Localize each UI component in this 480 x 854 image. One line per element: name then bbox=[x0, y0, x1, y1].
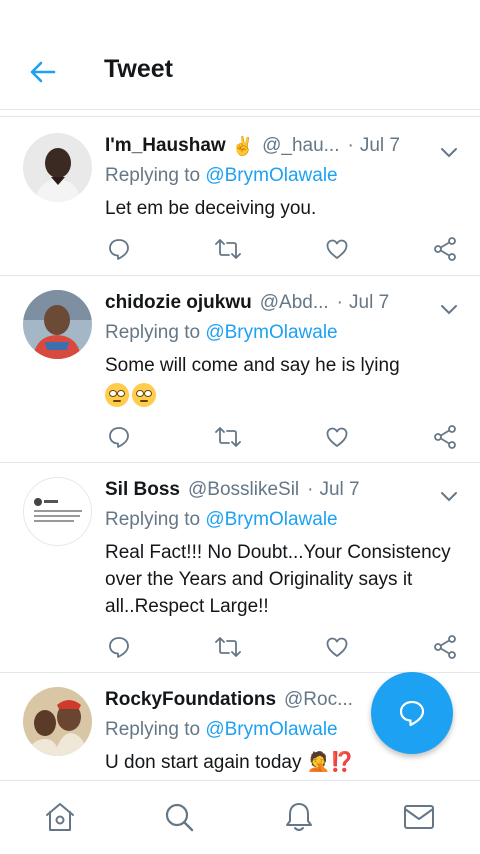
tweet-actions bbox=[105, 423, 460, 451]
tweet-item[interactable]: Sil Boss @BosslikeSil · Jul 7 Replying t… bbox=[0, 463, 480, 673]
replying-to: Replying to @BrymOlawale bbox=[105, 165, 460, 191]
replying-to: Replying to @BrymOlawale bbox=[105, 509, 460, 535]
tweet-item[interactable]: I'm_Haushaw ✌️ @_hau... · Jul 7 Replying… bbox=[0, 117, 480, 276]
reply-button[interactable] bbox=[105, 235, 133, 263]
chevron-down-icon[interactable] bbox=[438, 298, 460, 320]
tweet-actions bbox=[105, 633, 460, 661]
author-name[interactable]: I'm_Haushaw bbox=[105, 135, 226, 157]
author-handle[interactable]: @_hau... bbox=[262, 135, 339, 157]
heart-icon bbox=[326, 637, 348, 657]
tweet-text: Some will come and say he is lying bbox=[105, 355, 400, 376]
bottom-navigation bbox=[0, 780, 480, 854]
heart-icon bbox=[326, 239, 348, 259]
replying-prefix: Replying to bbox=[105, 165, 206, 186]
retweet-button[interactable] bbox=[214, 235, 242, 263]
compose-reply-icon bbox=[399, 700, 425, 727]
home-icon bbox=[46, 803, 74, 831]
retweet-icon bbox=[215, 427, 241, 447]
back-button[interactable] bbox=[26, 55, 60, 89]
tweet-date[interactable]: Jul 7 bbox=[319, 479, 359, 501]
meta-separator: · bbox=[347, 135, 354, 156]
compose-reply-button[interactable] bbox=[371, 672, 453, 754]
tweet-text: Real Fact!!! No Doubt...Your Consistency… bbox=[105, 542, 451, 617]
retweet-icon bbox=[215, 239, 241, 259]
author-handle[interactable]: @Abd... bbox=[260, 292, 329, 314]
share-button[interactable] bbox=[431, 633, 459, 661]
tweet-text: Let em be deceiving you. bbox=[105, 198, 317, 219]
chevron-down-icon[interactable] bbox=[438, 141, 460, 163]
tweet-text-emoji: 🤦⁉️ bbox=[306, 752, 355, 773]
arrow-left-icon bbox=[30, 61, 56, 83]
retweet-button[interactable] bbox=[214, 423, 242, 451]
author-name[interactable]: RockyFoundations bbox=[105, 689, 276, 711]
author-handle[interactable]: @BosslikeSil bbox=[188, 479, 299, 501]
like-button[interactable] bbox=[323, 235, 351, 263]
replying-prefix: Replying to bbox=[105, 719, 206, 740]
mention-link[interactable]: @BrymOlawale bbox=[205, 322, 337, 343]
share-icon bbox=[434, 635, 456, 659]
replying-prefix: Replying to bbox=[105, 509, 206, 530]
eye-roll-emoji-icon bbox=[132, 383, 156, 407]
reply-icon bbox=[109, 637, 129, 658]
name-emoji: ✌️ bbox=[231, 135, 255, 156]
mention-link[interactable]: @BrymOlawale bbox=[205, 165, 337, 186]
tweet-date[interactable]: Jul 7 bbox=[349, 292, 389, 314]
replying-to: Replying to @BrymOlawale bbox=[105, 322, 460, 348]
replying-prefix: Replying to bbox=[105, 322, 206, 343]
nav-notifications[interactable] bbox=[281, 799, 317, 835]
nav-messages[interactable] bbox=[401, 799, 437, 835]
retweet-button[interactable] bbox=[214, 633, 242, 661]
author-handle[interactable]: @Roc... bbox=[284, 689, 353, 711]
mention-link[interactable]: @BrymOlawale bbox=[205, 509, 337, 530]
chevron-down-icon[interactable] bbox=[438, 485, 460, 507]
avatar[interactable] bbox=[23, 133, 92, 202]
heart-icon bbox=[326, 427, 348, 447]
meta-separator: · bbox=[336, 292, 343, 313]
app-header: Tweet bbox=[0, 0, 480, 110]
tweet-item[interactable]: chidozie ojukwu @Abd... · Jul 7 Replying… bbox=[0, 276, 480, 463]
like-button[interactable] bbox=[323, 633, 351, 661]
author-name[interactable]: chidozie ojukwu bbox=[105, 292, 252, 314]
nav-home[interactable] bbox=[42, 799, 78, 835]
avatar[interactable] bbox=[23, 290, 92, 359]
tweet-text-main: U don start again today bbox=[105, 752, 302, 773]
search-icon bbox=[165, 803, 194, 832]
reply-button[interactable] bbox=[105, 423, 133, 451]
tweet-date[interactable]: Jul 7 bbox=[360, 135, 400, 157]
eye-roll-emoji-icon bbox=[105, 383, 129, 407]
reply-icon bbox=[109, 239, 129, 260]
share-button[interactable] bbox=[431, 235, 459, 263]
like-button[interactable] bbox=[323, 423, 351, 451]
share-button[interactable] bbox=[431, 423, 459, 451]
author-name[interactable]: Sil Boss bbox=[105, 479, 180, 501]
avatar[interactable] bbox=[23, 687, 92, 756]
reply-icon bbox=[109, 427, 129, 448]
meta-separator: · bbox=[307, 479, 314, 500]
tweet-actions bbox=[105, 235, 460, 263]
reply-button[interactable] bbox=[105, 633, 133, 661]
retweet-icon bbox=[215, 637, 241, 657]
page-title: Tweet bbox=[104, 55, 173, 83]
messages-icon bbox=[404, 805, 434, 829]
mention-link[interactable]: @BrymOlawale bbox=[205, 719, 337, 740]
eye-roll-emoji-row bbox=[105, 383, 460, 409]
share-icon bbox=[434, 425, 456, 449]
notifications-icon bbox=[286, 803, 312, 831]
avatar[interactable] bbox=[23, 477, 92, 546]
nav-search[interactable] bbox=[161, 799, 197, 835]
share-icon bbox=[434, 237, 456, 261]
